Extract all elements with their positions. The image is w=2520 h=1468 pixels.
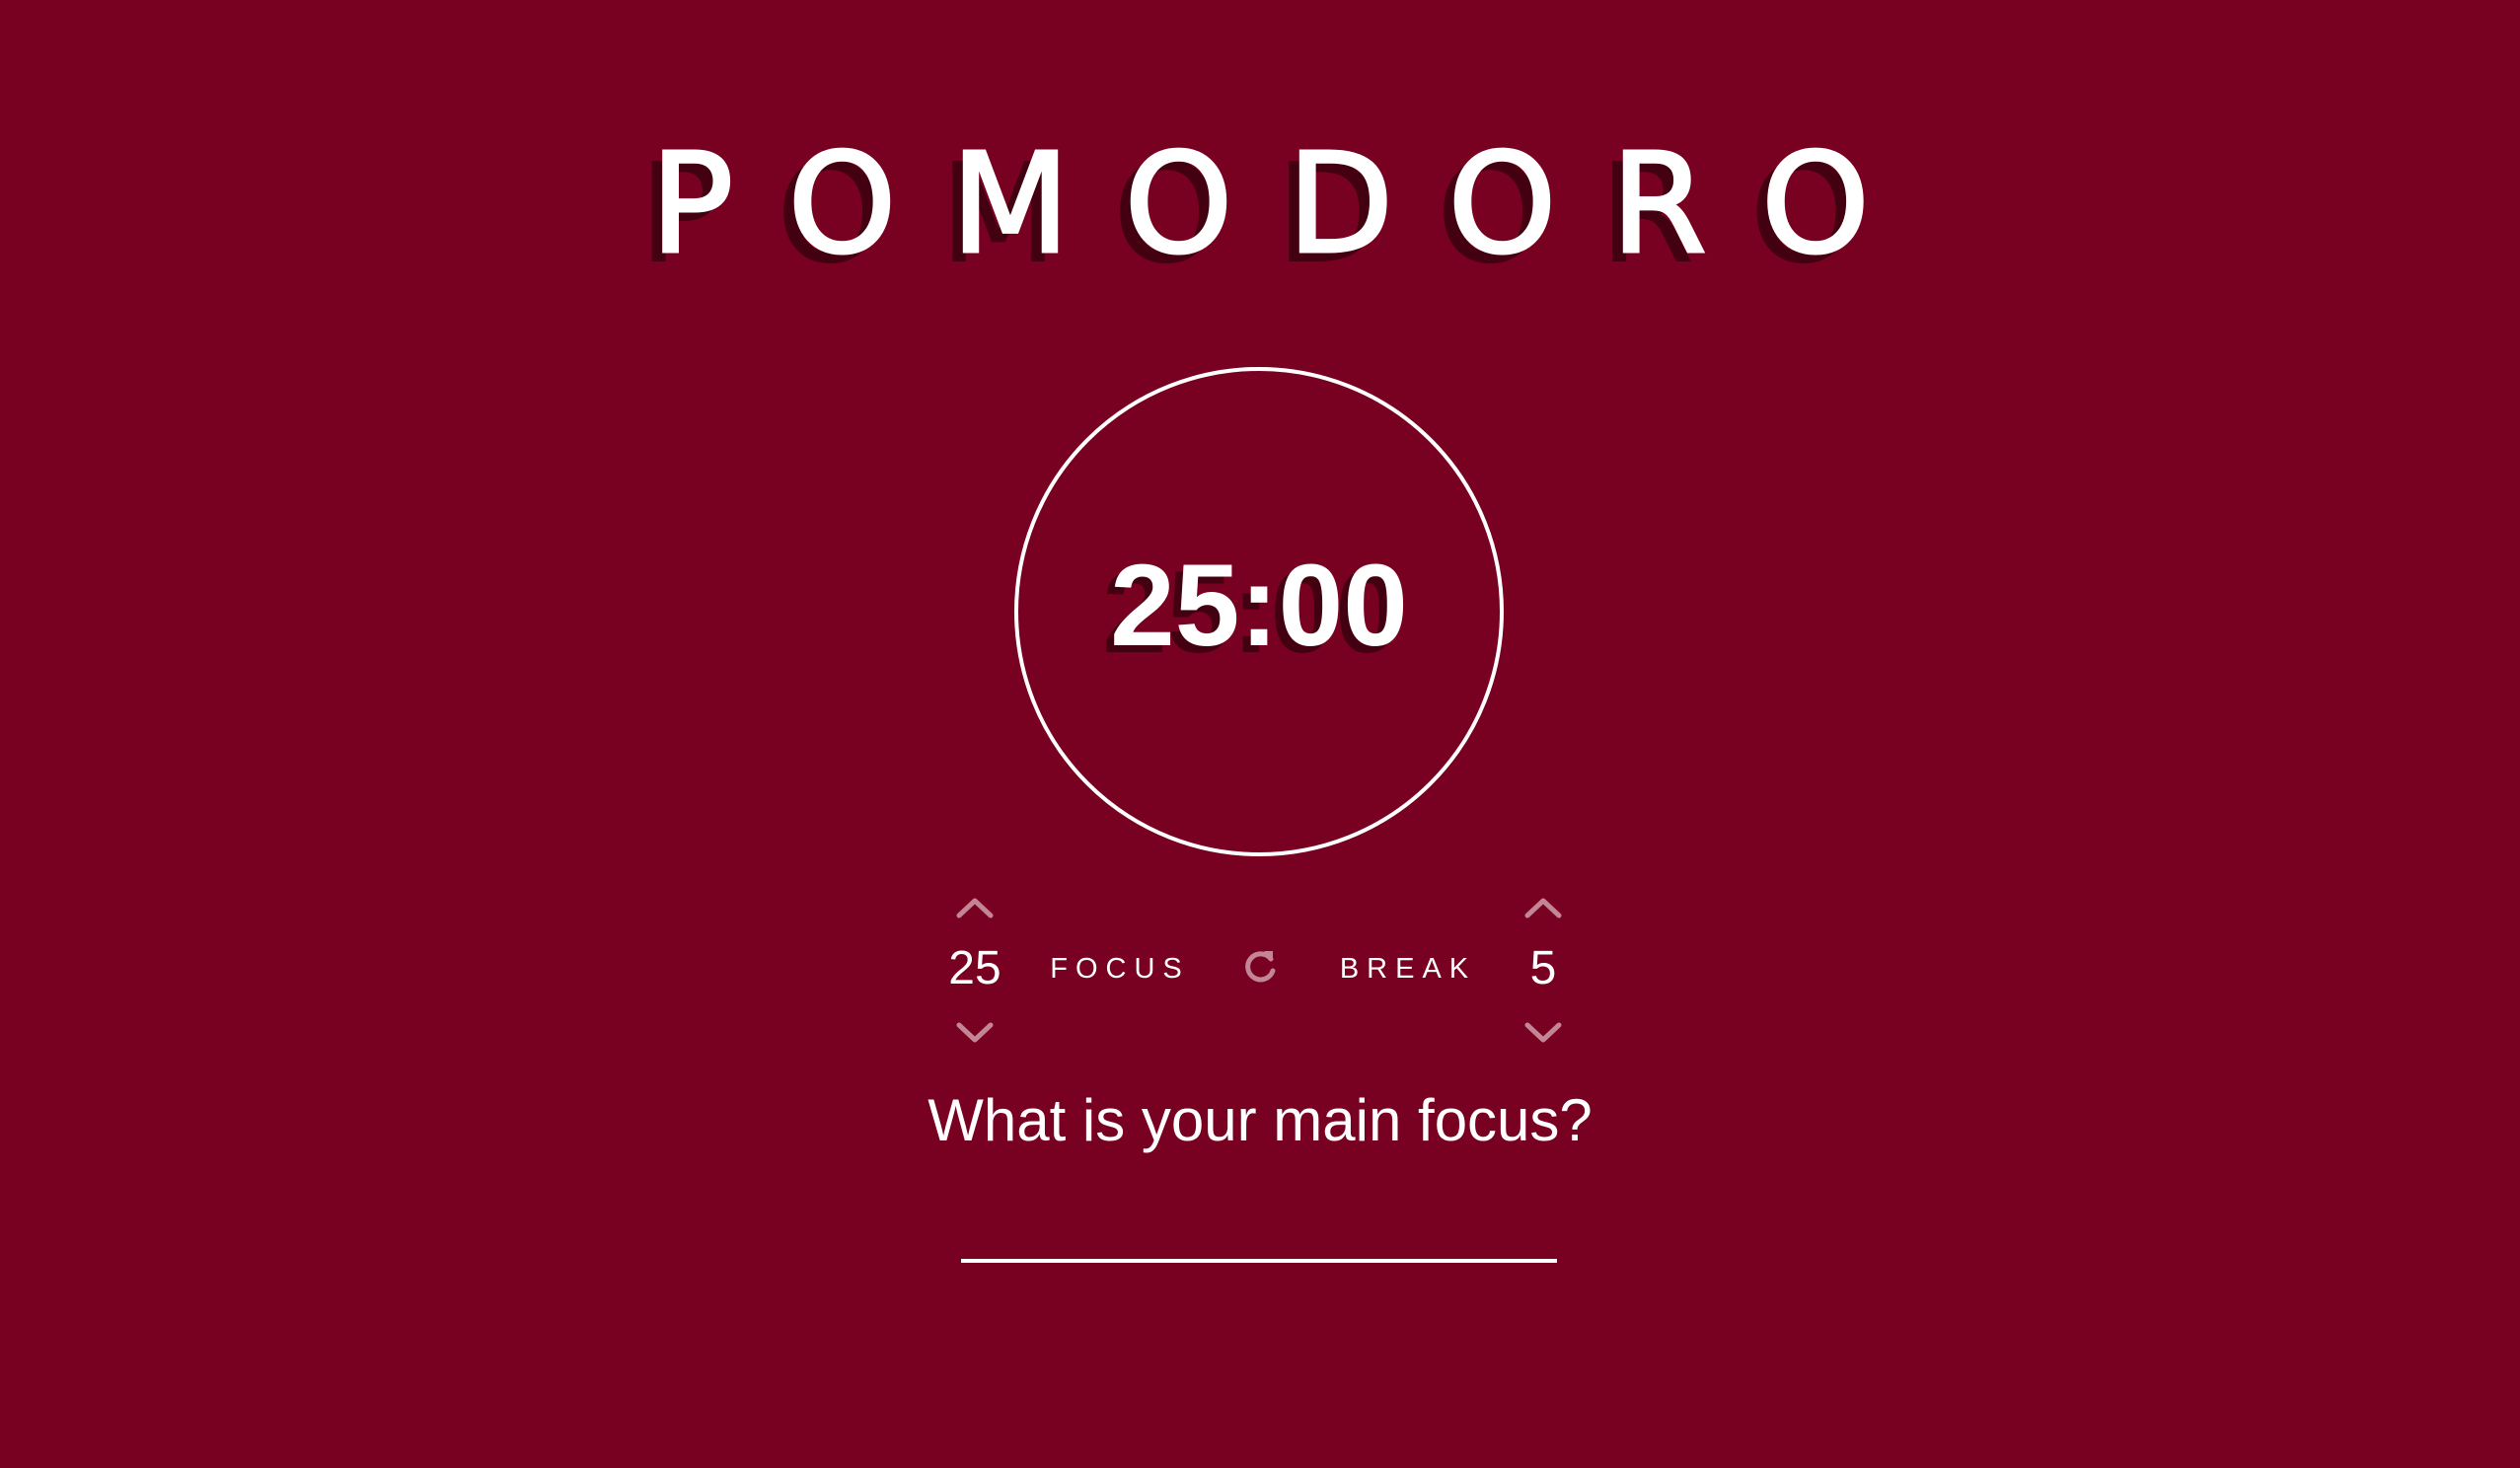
- reset-button[interactable]: [1240, 947, 1280, 987]
- timer-circle[interactable]: [1014, 367, 1504, 856]
- refresh-icon: [1245, 951, 1276, 983]
- break-duration-value: 5: [1529, 942, 1557, 994]
- break-label: BREAK: [1339, 953, 1477, 985]
- chevron-down-icon: [956, 1022, 994, 1043]
- chevron-up-icon: [1524, 898, 1562, 918]
- focus-increase-button[interactable]: [953, 893, 997, 922]
- focus-decrease-button[interactable]: [953, 1018, 997, 1048]
- chevron-down-icon: [1524, 1022, 1562, 1043]
- focus-label: FOCUS: [1050, 953, 1190, 985]
- main-focus-input[interactable]: [961, 1211, 1557, 1263]
- focus-question: What is your main focus?: [927, 1087, 1593, 1153]
- chevron-up-icon: [956, 898, 994, 918]
- pomodoro-app: POMODORO 25:00 25 FOCUS BREAK 5 What is …: [0, 0, 2520, 1468]
- break-increase-button[interactable]: [1521, 893, 1565, 922]
- focus-duration-value: 25: [948, 942, 1001, 994]
- app-title: POMODORO: [648, 123, 1925, 287]
- break-decrease-button[interactable]: [1521, 1018, 1565, 1048]
